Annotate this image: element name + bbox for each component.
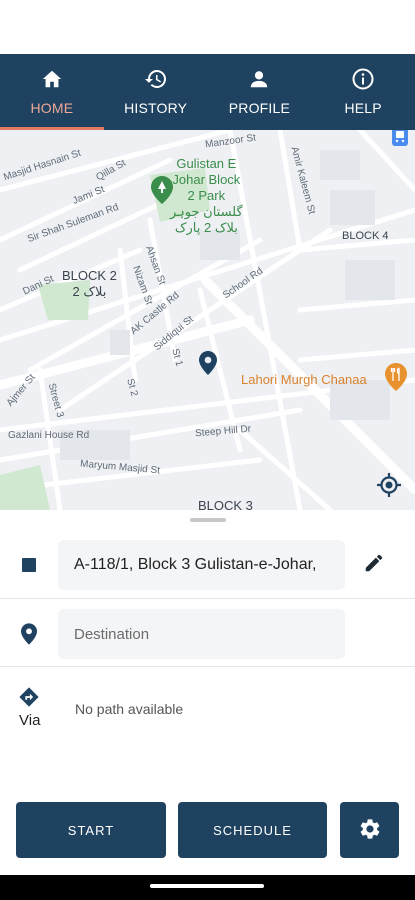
tab-history[interactable]: HISTORY: [104, 54, 208, 130]
settings-button[interactable]: [340, 802, 399, 858]
edit-origin-button[interactable]: [360, 551, 388, 579]
divider-2: [0, 666, 415, 667]
via-path-text: No path available: [75, 701, 184, 717]
tab-profile-label: PROFILE: [228, 100, 291, 116]
map-label-gazlani: Gazlani House Rd: [8, 430, 90, 441]
directions-icon: [18, 686, 40, 708]
via-label: Via: [19, 712, 41, 729]
history-icon: [143, 66, 169, 92]
tab-profile[interactable]: PROFILE: [208, 54, 312, 130]
home-icon: [39, 66, 65, 92]
destination-pin-icon: [18, 623, 40, 645]
map-view[interactable]: Manzoor St Masjid Hasnain St Qilla St Ja…: [0, 130, 415, 510]
sheet-handle[interactable]: [190, 518, 226, 522]
tab-help[interactable]: HELP: [311, 54, 415, 130]
person-icon: [246, 66, 272, 92]
gear-icon: [358, 817, 382, 844]
map-label-block4: BLOCK 4: [342, 230, 389, 242]
map-label-restaurant: Lahori Murgh Chanaa: [241, 372, 367, 387]
tab-help-label: HELP: [344, 100, 382, 116]
tab-home-label: HOME: [30, 100, 74, 116]
tab-home[interactable]: HOME: [0, 54, 104, 130]
map-label-park: Gulistan E Johar Block 2 Park گلستان جوہ…: [170, 156, 243, 235]
tab-history-label: HISTORY: [124, 100, 188, 116]
map-label-block2: BLOCK 2 بلاک 2: [62, 268, 117, 299]
map-label-block3: BLOCK 3: [198, 498, 253, 510]
destination-input[interactable]: Destination: [58, 609, 345, 659]
pencil-icon: [363, 552, 385, 579]
home-indicator[interactable]: [150, 884, 264, 888]
origin-square-icon: [18, 554, 40, 576]
info-icon: [350, 66, 376, 92]
origin-input[interactable]: A-118/1, Block 3 Gulistan-e-Johar,: [58, 540, 345, 590]
divider-1: [0, 598, 415, 599]
schedule-button[interactable]: SCHEDULE: [178, 802, 327, 858]
top-nav: HOME HISTORY PROFILE HELP: [0, 54, 415, 130]
start-button[interactable]: START: [16, 802, 166, 858]
status-bar: [0, 0, 415, 54]
